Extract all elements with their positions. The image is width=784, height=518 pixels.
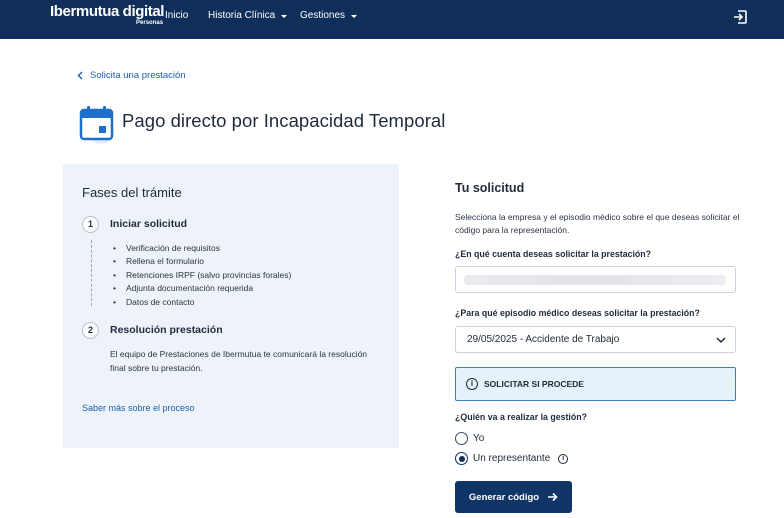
generate-code-label: Generar código (468, 491, 540, 503)
episode-selected-value: 29/05/2025 - Accidente de Trabajo (467, 334, 620, 345)
radio-circle-selected[interactable] (455, 452, 468, 465)
nav-inicio[interactable]: Inicio (165, 10, 188, 22)
arrow-right-icon (548, 492, 558, 502)
back-link-label: Solicita una prestación (90, 70, 186, 81)
step-items-list: Verificación de requisitos Rellena el fo… (113, 242, 291, 309)
page-title: Pago directo por Incapacidad Temporal (122, 110, 446, 131)
nav-historia-clinica[interactable]: Historia Clínica (208, 10, 288, 22)
form-intro: Selecciona la empresa y el episodio médi… (455, 212, 740, 235)
account-value-redacted (464, 275, 726, 285)
radio-option-yo[interactable]: Yo (455, 432, 484, 445)
form-title: Tu solicitud (455, 181, 525, 195)
info-icon: i (466, 378, 478, 390)
radio-label: Yo (473, 433, 485, 444)
caret-down-icon (281, 14, 288, 18)
episode-select[interactable]: 29/05/2025 - Accidente de Trabajo (455, 326, 736, 353)
back-link[interactable]: Solicita una prestación (77, 70, 186, 81)
account-field[interactable] (455, 266, 736, 293)
chevron-left-icon (77, 71, 83, 80)
step-title: Resolución prestación (110, 324, 223, 336)
list-item: Datos de contacto (113, 296, 291, 310)
caret-down-icon (351, 14, 358, 18)
step-number: 2 (82, 322, 99, 339)
nav-gestiones[interactable]: Gestiones (300, 10, 358, 22)
radio-circle[interactable] (455, 432, 468, 445)
phases-title: Fases del trámite (82, 185, 182, 200)
calendar-icon (79, 106, 114, 144)
step-number: 1 (82, 216, 99, 233)
generate-code-button[interactable]: Generar código (455, 481, 572, 513)
episode-label: ¿Para qué episodio médico deseas solicit… (455, 308, 700, 318)
radio-option-representante[interactable]: Un representante i (455, 452, 569, 465)
info-icon[interactable]: i (558, 453, 569, 464)
radio-label: Un representante (473, 453, 551, 464)
info-alert-text: SOLICITAR SI PROCEDE (484, 379, 584, 389)
who-label: ¿Quién va a realizar la gestión? (455, 412, 587, 422)
logout-icon[interactable] (732, 9, 748, 25)
brand-subtitle: Personas (136, 20, 164, 26)
list-item: Adjunta documentación requerida (113, 282, 291, 296)
step-title: Iniciar solicitud (110, 218, 188, 230)
list-item: Retenciones IRPF (salvo provincias foral… (113, 269, 291, 283)
chevron-down-icon (716, 337, 726, 344)
learn-more-link[interactable]: Saber más sobre el proceso (82, 403, 195, 413)
info-alert: i SOLICITAR SI PROCEDE (455, 367, 736, 401)
top-navigation-bar: Ibermutua digital Personas Inicio Histor… (0, 0, 784, 39)
account-label: ¿En qué cuenta deseas solicitar la prest… (455, 249, 652, 259)
nav-label: Gestiones (300, 10, 346, 21)
process-phases-panel: Fases del trámite 1 Iniciar solicitud Ve… (63, 164, 399, 448)
step-description: El equipo de Prestaciones de Ibermutua t… (110, 349, 368, 373)
list-item: Rellena el formulario (113, 255, 291, 269)
brand-name: Ibermutua digital (50, 3, 165, 20)
list-item: Verificación de requisitos (113, 242, 291, 256)
step-connector (91, 240, 92, 306)
brand-logo[interactable]: Ibermutua digital Personas (50, 3, 165, 26)
nav-label: Inicio (165, 10, 189, 21)
nav-label: Historia Clínica (208, 10, 276, 21)
